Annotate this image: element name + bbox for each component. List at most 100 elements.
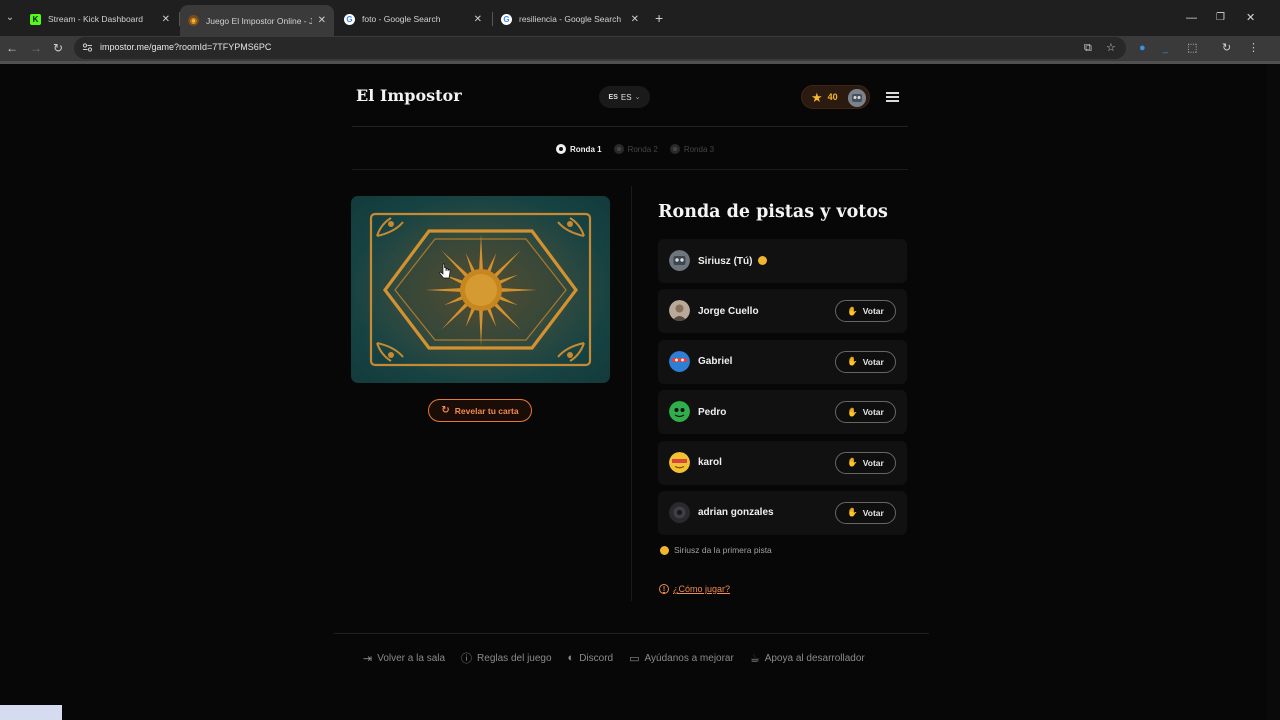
round-step-2: Ronda 2 <box>613 144 658 154</box>
extension-blue-icon[interactable]: ● <box>1139 40 1146 56</box>
kick-icon: K <box>30 13 41 25</box>
url-text: impostor.me/game?roomId=7TFYPMS6PC <box>100 42 272 52</box>
restore-icon[interactable]: ❐ <box>1216 10 1225 26</box>
hand-icon: ✋ <box>847 457 858 468</box>
close-icon[interactable]: ✕ <box>474 14 482 25</box>
overlay-widget <box>0 705 62 720</box>
footer-back-to-room[interactable]: ⇥ Volver a la sala <box>363 650 445 666</box>
toolbar-divider <box>0 61 1280 64</box>
vote-button[interactable]: ✋ Votar <box>835 300 896 323</box>
footer-support[interactable]: ☕ Apoya al desarrollador <box>750 650 865 666</box>
round-dot-icon <box>613 144 624 154</box>
close-window-icon[interactable]: ✕ <box>1246 10 1255 26</box>
header-divider <box>352 126 908 127</box>
feedback-icon: ▭ <box>629 652 640 665</box>
secret-card-back[interactable] <box>351 196 610 383</box>
sun-emblem-icon <box>351 196 610 383</box>
hand-icon: ✋ <box>847 356 858 367</box>
page-scrollbar[interactable] <box>1267 64 1280 720</box>
vote-button[interactable]: ✋ Votar <box>835 350 896 373</box>
browser-tab-strip: ⌄ K Stream - Kick Dashboard ✕ ◉ Juego El… <box>0 0 1280 36</box>
player-name: adrian gonzales <box>698 507 774 519</box>
footer-discord[interactable]: ◐ Discord <box>568 650 614 666</box>
tab-kick-dashboard[interactable]: K Stream - Kick Dashboard ✕ <box>22 6 178 32</box>
round-step-1: Ronda 1 <box>556 144 602 154</box>
tab-google-resiliencia[interactable]: G resiliencia - Google Search ✕ <box>493 6 647 32</box>
vote-button[interactable]: ✋ Votar <box>835 401 896 424</box>
dark-avatar <box>669 501 690 523</box>
minimize-icon[interactable]: — <box>1186 10 1197 26</box>
profile-sync-icon[interactable]: ↻ <box>1222 40 1231 56</box>
green-avatar <box>669 401 690 423</box>
address-bar[interactable]: impostor.me/game?roomId=7TFYPMS6PC ⧉ ☆ <box>74 37 1126 59</box>
back-icon[interactable]: ← <box>6 40 18 56</box>
impostor-icon: ◉ <box>188 15 199 26</box>
player-row: Pedro ✋ Votar <box>658 390 907 435</box>
column-divider <box>631 186 632 601</box>
photo-avatar <box>669 300 690 322</box>
tab-el-impostor[interactable]: ◉ Juego El Impostor Online - Jug ✕ <box>180 5 334 36</box>
footer-divider <box>334 633 929 634</box>
browser-toolbar: ← → ↻ impostor.me/game?roomId=7TFYPMS6PC… <box>0 36 1280 61</box>
vote-button[interactable]: ✋ Votar <box>835 451 896 474</box>
player-name: Siriusz (Tú) <box>698 255 753 267</box>
player-name: Pedro <box>698 406 727 418</box>
refresh-icon: ↻ <box>441 405 450 416</box>
extension-dash-icon[interactable]: _ <box>1163 40 1168 56</box>
extensions-icon[interactable]: ⬚ <box>1187 40 1197 56</box>
language-selector[interactable]: ES ES ⌄ <box>599 86 650 108</box>
star-icon: ★ <box>811 89 823 105</box>
player-name: karol <box>698 457 722 469</box>
hand-icon: ✋ <box>847 507 858 518</box>
bookmark-star-icon[interactable]: ☆ <box>1106 41 1116 55</box>
player-name: Jorge Cuello <box>698 305 759 317</box>
blue-avatar <box>669 350 690 372</box>
reload-icon[interactable]: ↻ <box>53 40 63 56</box>
menu-icon[interactable] <box>886 90 900 104</box>
site-settings-icon[interactable] <box>82 42 93 53</box>
user-avatar[interactable] <box>848 89 866 107</box>
new-tab-button[interactable]: + <box>655 10 663 26</box>
how-to-play-link[interactable]: ! ¿Cómo jugar? <box>659 584 730 594</box>
page-title: Ronda de pistas y votos <box>658 202 888 222</box>
hand-icon: ✋ <box>847 305 858 316</box>
google-icon: G <box>344 13 355 25</box>
footer-feedback[interactable]: ▭ Ayúdanos a mejorar <box>629 650 734 666</box>
robot-avatar <box>669 250 690 271</box>
players-list: Siriusz (Tú) Jorge Cuello ✋ Votar Gabriel… <box>658 239 907 541</box>
turn-hint: Siriusz da la primera pista <box>660 545 772 555</box>
close-icon[interactable]: ✕ <box>318 15 326 26</box>
language-code: ES <box>620 92 632 102</box>
discord-icon: ◐ <box>567 652 575 664</box>
hand-icon: ✋ <box>847 406 858 417</box>
points-badge[interactable]: ★ 40 <box>801 85 870 109</box>
flag-icon: ES <box>608 93 618 101</box>
player-row: Jorge Cuello ✋ Votar <box>658 289 907 334</box>
turn-indicator-icon <box>660 545 669 555</box>
round-step-3: Ronda 3 <box>669 144 714 154</box>
vote-button[interactable]: ✋ Votar <box>835 501 896 524</box>
footer-rules[interactable]: ⓘ Reglas del juego <box>461 650 552 666</box>
question-icon: ! <box>659 584 669 594</box>
tab-search-icon[interactable]: ⌄ <box>3 10 17 26</box>
tab-google-foto[interactable]: G foto - Google Search ✕ <box>336 6 490 32</box>
rounds-divider <box>352 169 908 170</box>
player-row: Gabriel ✋ Votar <box>658 339 907 384</box>
forward-icon[interactable]: → <box>30 40 42 56</box>
site-logo[interactable]: El Impostor <box>356 86 462 105</box>
player-name: Gabriel <box>698 356 733 368</box>
install-app-icon[interactable]: ⧉ <box>1084 41 1092 55</box>
browser-menu-icon[interactable]: ⋮ <box>1248 40 1259 56</box>
yellow-avatar <box>669 451 690 473</box>
round-indicator: Ronda 1 Ronda 2 Ronda 3 <box>556 142 726 156</box>
info-icon: ⓘ <box>461 653 473 665</box>
google-icon: G <box>501 13 512 25</box>
close-icon[interactable]: ✕ <box>162 14 170 25</box>
close-icon[interactable]: ✕ <box>631 14 639 25</box>
points-count: 40 <box>827 92 838 102</box>
turn-indicator-icon <box>758 255 768 265</box>
round-dot-icon <box>669 144 680 154</box>
player-row: adrian gonzales ✋ Votar <box>658 490 907 535</box>
reveal-card-button[interactable]: ↻ Revelar tu carta <box>428 399 532 422</box>
round-dot-icon <box>556 144 566 154</box>
